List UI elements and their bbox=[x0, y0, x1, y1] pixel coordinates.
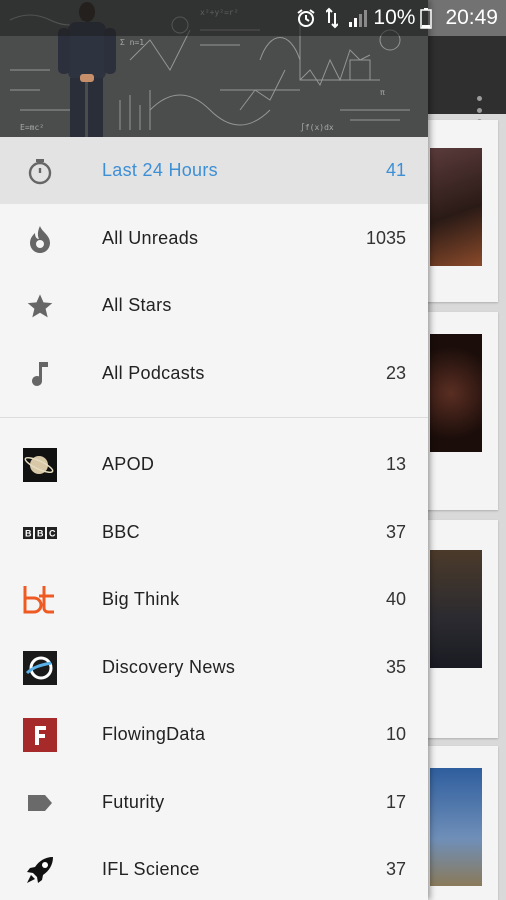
apod-logo-icon bbox=[22, 447, 58, 483]
article-thumbnail bbox=[430, 148, 482, 266]
nav-label: APOD bbox=[102, 454, 155, 474]
unread-count: 40 bbox=[385, 589, 406, 609]
divider bbox=[0, 417, 428, 418]
nav-item-all-podcasts[interactable]: All Podcasts 23 bbox=[0, 340, 428, 407]
unread-count: 35 bbox=[385, 657, 406, 677]
feed-item-discovery-news[interactable]: Discovery News 35 bbox=[0, 634, 428, 701]
svg-text:B: B bbox=[25, 528, 32, 538]
nav-label: All Podcasts bbox=[102, 363, 205, 383]
nav-label: FlowingData bbox=[102, 724, 206, 744]
svg-text:C: C bbox=[49, 528, 56, 538]
feed-item-apod[interactable]: APOD 13 bbox=[0, 431, 428, 498]
status-bar: 10% 20:49 bbox=[0, 0, 506, 36]
music-note-icon bbox=[22, 356, 58, 392]
unread-count: 23 bbox=[385, 363, 406, 383]
feed-item-futurity[interactable]: Futurity 17 bbox=[0, 769, 428, 836]
tag-icon bbox=[22, 785, 58, 821]
data-arrows-icon bbox=[326, 7, 339, 29]
unread-count: 1035 bbox=[365, 228, 406, 248]
signal-icon bbox=[348, 8, 368, 28]
unread-count: 13 bbox=[385, 454, 406, 474]
bbc-logo-icon: BBC bbox=[22, 515, 58, 551]
nav-item-all-unreads[interactable]: All Unreads 1035 bbox=[0, 205, 428, 272]
rocket-icon bbox=[22, 852, 58, 888]
alarm-icon bbox=[296, 8, 316, 28]
bigthink-logo-icon bbox=[22, 582, 58, 618]
svg-text:π: π bbox=[380, 88, 385, 97]
flowingdata-logo-icon bbox=[22, 717, 58, 753]
star-icon bbox=[22, 288, 58, 324]
navigation-drawer: x²+y²=r²∫f(x)dxΣ n=1E=mc²π Last 24 Hours… bbox=[0, 0, 428, 900]
feed-item-ifl-science[interactable]: IFL Science 37 bbox=[0, 836, 428, 900]
nav-label: Big Think bbox=[102, 589, 180, 609]
nav-label: Discovery News bbox=[102, 657, 236, 677]
nav-label: IFL Science bbox=[102, 859, 200, 879]
article-thumbnail bbox=[430, 334, 482, 452]
svg-text:Σ n=1: Σ n=1 bbox=[120, 38, 144, 47]
feed-item-bbc[interactable]: BBC BBC 37 bbox=[0, 499, 428, 566]
unread-count: 17 bbox=[385, 792, 406, 812]
battery-icon bbox=[420, 7, 433, 29]
svg-text:E=mc²: E=mc² bbox=[20, 123, 44, 132]
unread-count: 10 bbox=[385, 724, 406, 744]
article-thumbnail bbox=[430, 768, 482, 886]
nav-label: All Unreads bbox=[102, 228, 199, 248]
nav-item-all-stars[interactable]: All Stars bbox=[0, 272, 428, 339]
nav-item-last-24-hours[interactable]: Last 24 Hours 41 bbox=[0, 137, 428, 204]
nav-label: Last 24 Hours bbox=[102, 160, 218, 180]
flame-icon bbox=[22, 221, 58, 257]
feed-item-big-think[interactable]: Big Think 40 bbox=[0, 566, 428, 633]
clock: 20:49 bbox=[445, 6, 498, 29]
unread-count: 41 bbox=[385, 160, 406, 180]
battery-percent: 10% bbox=[373, 6, 416, 29]
stopwatch-icon bbox=[22, 153, 58, 189]
nav-label: Futurity bbox=[102, 792, 165, 812]
svg-text:∫f(x)dx: ∫f(x)dx bbox=[300, 123, 334, 132]
feed-item-flowingdata[interactable]: FlowingData 10 bbox=[0, 701, 428, 768]
unread-count: 37 bbox=[385, 522, 406, 542]
nav-label: BBC bbox=[102, 522, 140, 542]
nav-label: All Stars bbox=[102, 295, 172, 315]
discovery-logo-icon bbox=[22, 650, 58, 686]
svg-text:B: B bbox=[37, 528, 44, 538]
article-thumbnail bbox=[430, 550, 482, 668]
unread-count: 37 bbox=[385, 859, 406, 879]
